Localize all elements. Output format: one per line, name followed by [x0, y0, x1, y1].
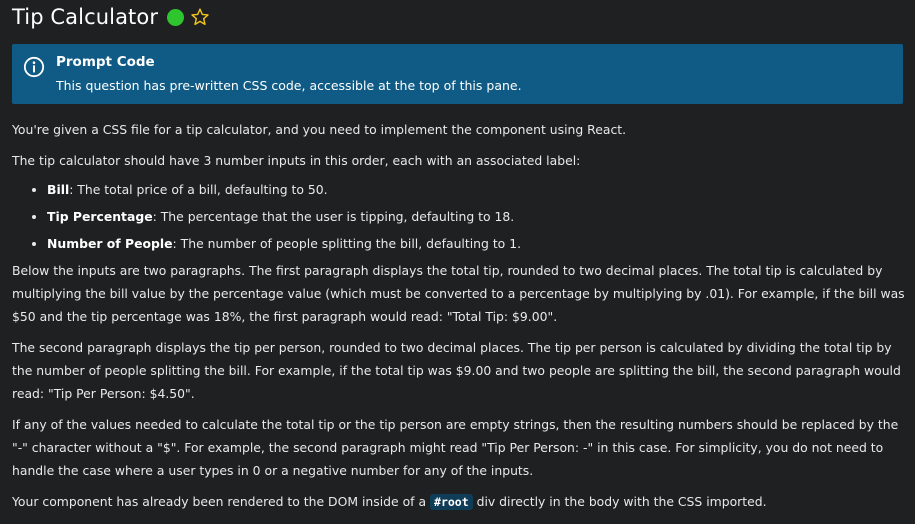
- prompt-code-callout: Prompt Code This question has pre-writte…: [12, 44, 903, 104]
- total-tip-paragraph: Below the inputs are two paragraphs. The…: [12, 263, 905, 324]
- list-item-tip-percentage: Tip Percentage: The percentage that the …: [47, 205, 910, 228]
- root-code-snippet: #root: [430, 494, 473, 510]
- list-item-term: Bill: [47, 182, 70, 197]
- intro-paragraph: You're given a CSS file for a tip calcul…: [12, 122, 627, 137]
- list-item-term: Number of People: [47, 236, 173, 251]
- list-item-bill: Bill: The total price of a bill, default…: [47, 178, 910, 201]
- problem-description: You're given a CSS file for a tip calcul…: [12, 118, 910, 522]
- list-item-desc: : The number of people splitting the bil…: [172, 236, 522, 251]
- list-item-term: Tip Percentage: [47, 209, 153, 224]
- list-item-number-of-people: Number of People: The number of people s…: [47, 232, 910, 255]
- per-person-paragraph: The second paragraph displays the tip pe…: [12, 340, 901, 401]
- inputs-intro-paragraph: The tip calculator should have 3 number …: [12, 153, 581, 168]
- closing-text-before: Your component has already been rendered…: [12, 494, 431, 509]
- closing-paragraph: Your component has already been rendered…: [12, 490, 910, 514]
- star-icon[interactable]: [190, 7, 210, 27]
- empty-values-paragraph: If any of the values needed to calculate…: [12, 417, 899, 478]
- page-header: Tip Calculator: [12, 2, 210, 32]
- callout-text: This question has pre-written CSS code, …: [56, 78, 522, 93]
- completed-status-dot: [167, 8, 185, 26]
- page-title: Tip Calculator: [12, 5, 159, 29]
- callout-title: Prompt Code: [56, 54, 155, 70]
- list-item-desc: : The percentage that the user is tippin…: [152, 209, 515, 224]
- closing-text-after: div directly in the body with the CSS im…: [472, 494, 767, 509]
- inputs-list: Bill: The total price of a bill, default…: [12, 178, 910, 255]
- info-icon: [23, 56, 45, 78]
- list-item-desc: : The total price of a bill, defaulting …: [69, 182, 328, 197]
